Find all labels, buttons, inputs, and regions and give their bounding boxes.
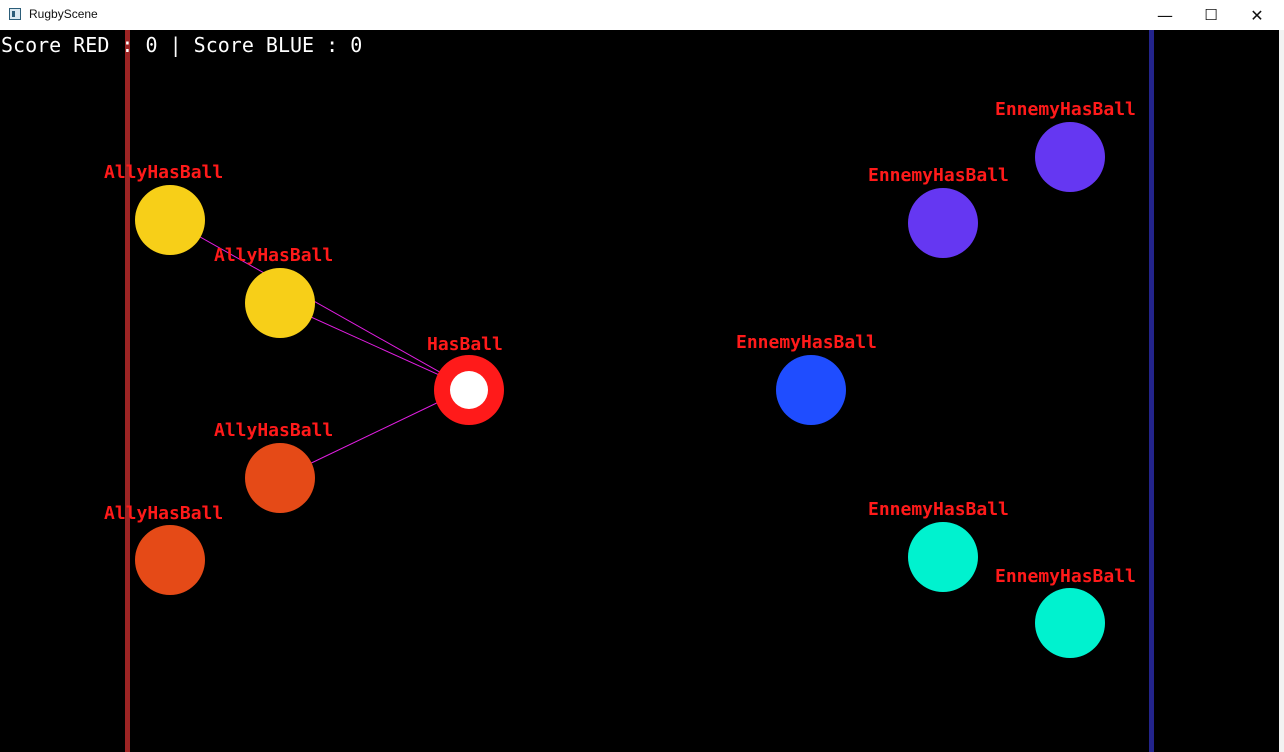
player-enemy-1 xyxy=(1035,122,1105,192)
window-title: RugbyScene xyxy=(29,7,98,21)
player-ally-4 xyxy=(135,525,205,595)
player-state-label: EnnemyHasBall xyxy=(995,99,1136,120)
player-ally-2 xyxy=(245,268,315,338)
player-state-label: EnnemyHasBall xyxy=(868,165,1009,186)
close-button[interactable]: ✕ xyxy=(1234,0,1280,30)
player-state-label: AllyHasBall xyxy=(214,420,334,441)
app-window-icon xyxy=(9,8,21,20)
red-goal-line xyxy=(125,30,130,752)
player-ally-1 xyxy=(135,185,205,255)
player-state-label: EnnemyHasBall xyxy=(868,499,1009,520)
player-state-label: HasBall xyxy=(427,334,503,355)
maximize-button[interactable]: ☐ xyxy=(1188,0,1234,30)
player-ball-carrier xyxy=(434,355,504,425)
player-state-label: AllyHasBall xyxy=(104,162,224,183)
minimize-button[interactable]: — xyxy=(1142,0,1188,30)
player-enemy-2 xyxy=(908,188,978,258)
player-enemy-5 xyxy=(1035,588,1105,658)
player-state-label: AllyHasBall xyxy=(104,503,224,524)
window-edge-strip xyxy=(1279,30,1284,752)
player-state-label: AllyHasBall xyxy=(214,245,334,266)
player-state-label: EnnemyHasBall xyxy=(736,332,877,353)
player-state-label: EnnemyHasBall xyxy=(995,566,1136,587)
player-enemy-4 xyxy=(908,522,978,592)
player-ally-3 xyxy=(245,443,315,513)
ball-icon xyxy=(450,371,488,409)
player-enemy-3 xyxy=(776,355,846,425)
score-display: Score RED : 0 | Score BLUE : 0 xyxy=(1,33,363,57)
window-titlebar: RugbyScene — ☐ ✕ xyxy=(0,0,1284,31)
blue-goal-line xyxy=(1149,30,1154,752)
